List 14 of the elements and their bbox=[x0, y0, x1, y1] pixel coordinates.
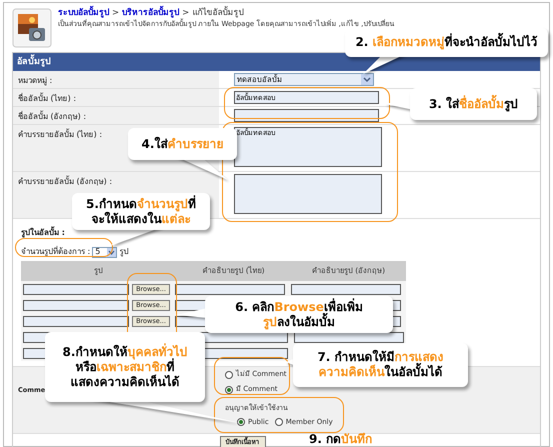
callout-tooltip: 3. ใส่ชื่ออัลบั้มรูป bbox=[410, 88, 537, 120]
breadcrumb-separator: > bbox=[112, 8, 120, 18]
callout-tooltip: 7. กำหนดให้มีการแสดง ความคิดเห็นในอัลบั้มได้ bbox=[293, 343, 468, 387]
instruction-text: 9. กดบันทึก bbox=[309, 431, 374, 446]
unit-label: รูป bbox=[119, 246, 128, 258]
count-label: จำนวนรูปที่ต้องการ : bbox=[21, 246, 90, 258]
field-label: ชื่ออัลบั้ม (อังกฤษ) : bbox=[13, 107, 219, 124]
breadcrumb-separator: > bbox=[182, 8, 190, 18]
form-header: อัลบั้มรูป bbox=[13, 53, 540, 71]
breadcrumb-current: แก้ไขอัลบั้มรูป bbox=[192, 8, 244, 18]
field-label: ชื่ออัลบั้ม (ไทย) : bbox=[13, 89, 219, 106]
field-label: หมวดหมู่ : bbox=[13, 71, 219, 88]
callout-tooltip: 6. คลิกBrowseเพื่อเพิ่ม รูปลงในอัมบั้ม bbox=[205, 296, 393, 333]
section-label: รูปในอัลบั้ม : bbox=[21, 227, 65, 239]
